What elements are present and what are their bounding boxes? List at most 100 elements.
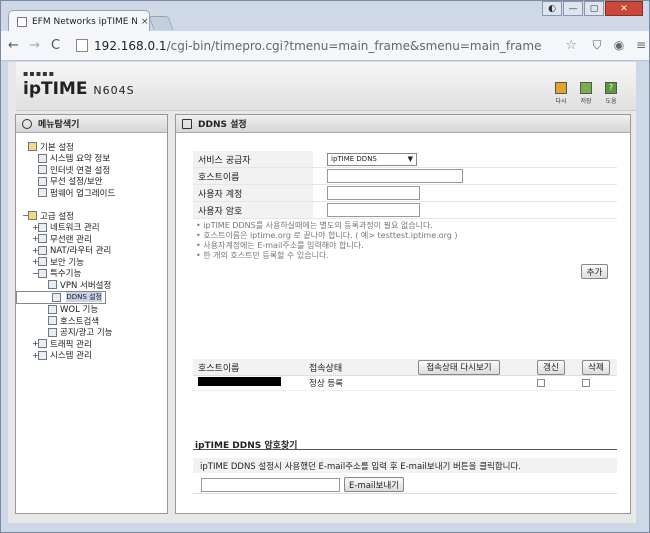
note-line: • ipTIME DDNS를 사용하실때에는 별도의 등록과정이 필요 없습니다… xyxy=(196,221,433,230)
minimize-button[interactable]: — xyxy=(563,1,583,16)
menu-page-icon xyxy=(38,165,47,175)
tree-item[interactable]: DDNS 설정 xyxy=(16,290,106,304)
tree-item[interactable]: 호스트검색 xyxy=(16,315,167,327)
tree-item-label: 기본 설정 xyxy=(40,142,74,153)
tree-item-label: 호스트검색 xyxy=(60,316,100,327)
url-path: /cgi-bin/timepro.cgi?tmenu=main_frame&sm… xyxy=(166,38,542,53)
list-header: 호스트이름 접속상태 접속상태 다시보기 갱신 삭제 xyxy=(193,359,617,376)
tree-item[interactable]: + 시스템 관리 xyxy=(16,350,167,361)
router-header: ▪▪▪▪▪ ipTIME N604S 다시 저장 ? 도움 xyxy=(16,62,636,111)
title-bar: EFM Networks ipTIME N6 × ◐ — ▢ ✕ xyxy=(1,1,649,32)
tree-item[interactable]: − 특수기능 xyxy=(16,268,167,280)
password-label: 사용자 암호 xyxy=(193,202,313,218)
add-button[interactable]: 추가 xyxy=(581,264,608,279)
ddns-list-table: 호스트이름 접속상태 접속상태 다시보기 갱신 삭제 정상 등록 xyxy=(193,359,617,391)
tree-item[interactable]: 무선 설정/보안 xyxy=(16,176,167,188)
tree-item[interactable]: + NAT/라우터 관리 xyxy=(16,245,167,257)
address-bar[interactable]: 192.168.0.1 /cgi-bin/timepro.cgi?tmenu=m… xyxy=(76,35,577,57)
tree-item[interactable]: + 보안 기능 xyxy=(16,256,167,268)
note-line: • 한 개의 호스트만 등록할 수 있습니다. xyxy=(196,251,329,260)
hostname-input[interactable] xyxy=(327,169,463,183)
refresh-status-button[interactable]: 접속상태 다시보기 xyxy=(418,359,500,375)
menu-page-icon xyxy=(48,304,57,314)
tree-item[interactable]: VPN 서버설정 xyxy=(16,279,167,291)
tree-item-label: 공지/광고 기능 xyxy=(60,328,113,339)
recovery-title: ipTIME DDNS 암호찾기 xyxy=(193,438,617,451)
tree-item-label: VPN 서버설정 xyxy=(60,280,112,291)
note-line: • 호스트이름은 iptime.org 로 끝나야 합니다. ( 예> test… xyxy=(196,231,458,240)
tree-item-label: 특수기능 xyxy=(50,269,82,280)
browser-tab[interactable]: EFM Networks ipTIME N6 × xyxy=(8,10,150,32)
provider-select[interactable]: ipTIME DDNS ▼ xyxy=(327,152,417,166)
col-status-header: 접속상태 xyxy=(309,363,343,374)
tree-item[interactable]: 기본 설정 xyxy=(16,141,167,153)
menu-page-icon xyxy=(38,222,47,232)
folder-icon xyxy=(28,211,37,221)
renew-button[interactable]: 갱신 xyxy=(537,359,565,375)
close-window-button[interactable]: ✕ xyxy=(605,1,643,16)
redacted-hostname xyxy=(198,377,281,386)
menu-page-icon xyxy=(48,316,57,326)
password-recovery-section: ipTIME DDNS 암호찾기 ipTIME DDNS 설정시 사용했던 E-… xyxy=(193,438,617,494)
tree-item-label: 무선랜 관리 xyxy=(50,234,92,245)
password-input[interactable] xyxy=(327,203,420,217)
reload-header-button[interactable]: 다시 xyxy=(550,82,572,105)
user-account-input[interactable] xyxy=(327,186,420,200)
tree-item-label: 시스템 요약 정보 xyxy=(50,154,111,165)
save-icon xyxy=(580,82,592,94)
extension-shield-icon[interactable]: ⛉ xyxy=(589,38,605,54)
browser-toolbar: ← → C 192.168.0.1 /cgi-bin/timepro.cgi?t… xyxy=(1,31,649,61)
new-tab-button[interactable] xyxy=(148,16,174,30)
tree-item[interactable]: − 고급 설정 xyxy=(16,210,167,222)
menu-page-icon xyxy=(38,339,47,349)
tree-item-label: WOL 기능 xyxy=(60,305,99,316)
extension-globe-icon[interactable]: ◉ xyxy=(611,38,627,54)
tree-item[interactable]: + 트래픽 관리 xyxy=(16,338,167,350)
menu-page-icon xyxy=(48,327,57,337)
user-label: 사용자 계정 xyxy=(193,185,313,201)
hostname-row: 호스트이름 xyxy=(193,168,617,185)
send-email-button[interactable]: E-mail보내기 xyxy=(344,477,405,492)
menu-icon[interactable]: ≡ xyxy=(633,38,649,54)
help-label: 도움 xyxy=(605,98,617,105)
tree-item[interactable]: + 무선랜 관리 xyxy=(16,233,167,245)
delete-button[interactable]: 삭제 xyxy=(582,359,610,375)
menu-page-icon xyxy=(38,153,47,163)
reload-button[interactable]: C xyxy=(47,38,64,53)
provider-label: 서비스 공급자 xyxy=(193,151,313,167)
menu-page-icon xyxy=(38,257,47,267)
tree-item[interactable]: 공지/광고 기능 xyxy=(16,327,167,339)
menu-page-icon xyxy=(48,280,57,290)
back-button[interactable]: ← xyxy=(5,38,22,53)
save-header-button[interactable]: 저장 xyxy=(575,82,597,105)
tree-item-label: 인터넷 연결 설정 xyxy=(50,165,111,176)
save-label: 저장 xyxy=(580,98,592,105)
tree-item-label: 무선 설정/보안 xyxy=(50,177,103,188)
tree-item[interactable]: WOL 기능 xyxy=(16,304,167,316)
user-profile-button[interactable]: ◐ xyxy=(542,1,562,16)
provider-row: 서비스 공급자 ipTIME DDNS ▼ xyxy=(193,151,617,168)
tree-item[interactable]: 펌웨어 업그레이드 xyxy=(16,187,167,199)
tree-item[interactable]: 인터넷 연결 설정 xyxy=(16,164,167,176)
table-row: 정상 등록 xyxy=(193,376,617,391)
forward-button[interactable]: → xyxy=(26,38,43,53)
delete-checkbox[interactable] xyxy=(582,379,590,387)
bookmark-star-icon[interactable]: ☆ xyxy=(565,38,577,53)
ddns-panel-header: DDNS 설정 xyxy=(176,115,630,133)
magnifier-icon xyxy=(22,118,32,129)
menu-page-icon xyxy=(38,188,47,198)
menu-page-icon xyxy=(38,176,47,186)
maximize-button[interactable]: ▢ xyxy=(584,1,604,16)
logo-text: ipTIME xyxy=(23,79,88,99)
tree-item-label: 펌웨어 업그레이드 xyxy=(50,188,116,199)
menu-page-icon xyxy=(38,245,47,255)
help-header-button[interactable]: ? 도움 xyxy=(600,82,622,105)
tab-close-icon[interactable]: × xyxy=(141,17,149,27)
tree-item-label: NAT/라우터 관리 xyxy=(50,246,112,257)
panel-icon xyxy=(182,118,192,129)
renew-checkbox[interactable] xyxy=(537,379,545,387)
email-input[interactable] xyxy=(201,477,340,492)
tree-item[interactable]: + 네트워크 관리 xyxy=(16,222,167,233)
menu-page-icon xyxy=(38,234,47,244)
tree-item[interactable]: 시스템 요약 정보 xyxy=(16,153,167,165)
